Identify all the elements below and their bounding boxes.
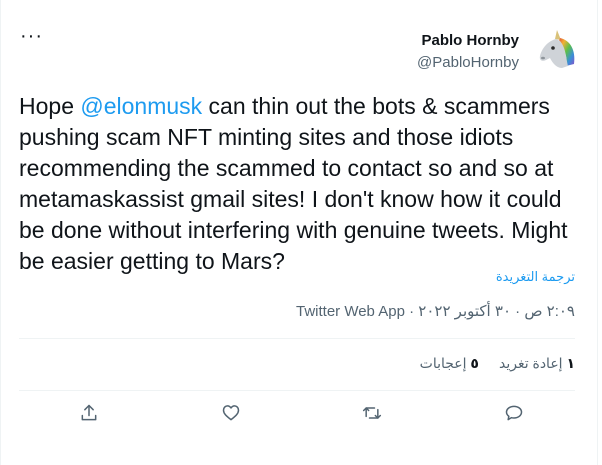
- tweet-text: Hope @elonmusk can thin out the bots & s…: [19, 91, 584, 277]
- unicorn-avatar-icon: [530, 24, 580, 74]
- reply-button[interactable]: [502, 401, 526, 425]
- tweet-card: ··· Pablo Hornby @PabloHornby Hope @elon…: [0, 0, 598, 465]
- action-bar: [1, 396, 599, 430]
- retweet-icon: [362, 407, 382, 419]
- timestamp[interactable]: ٢:٠٩ ص · ٣٠ أكتوبر ٢٠٢٢: [418, 303, 575, 320]
- likes-count: ٥: [470, 355, 479, 371]
- heart-icon: [222, 405, 240, 421]
- retweets-count: ١: [566, 355, 575, 371]
- like-button[interactable]: [219, 401, 243, 425]
- share-icon: [81, 404, 97, 421]
- retweet-button[interactable]: [360, 401, 384, 425]
- likes-label: إعجابات: [419, 355, 467, 371]
- tweet-text-rest: can thin out the bots & scammers pushing…: [19, 93, 568, 274]
- tweet-meta: ٢:٠٩ ص · ٣٠ أكتوبر ٢٠٢٢ · Twitter Web Ap…: [296, 302, 575, 320]
- mention-link[interactable]: @elonmusk: [80, 93, 202, 119]
- likes-stat[interactable]: ٥ إعجابات: [420, 355, 479, 371]
- divider-bottom: [19, 390, 575, 391]
- meta-separator: ·: [404, 303, 419, 320]
- author-block[interactable]: Pablo Hornby @PabloHornby: [417, 31, 519, 72]
- retweets-stat[interactable]: ١ إعادة تغريد: [499, 355, 575, 371]
- avatar[interactable]: [530, 24, 580, 74]
- author-name[interactable]: Pablo Hornby: [417, 31, 519, 50]
- tweet-stats: ١ إعادة تغريد ٥ إعجابات: [420, 355, 575, 372]
- more-options-icon[interactable]: ···: [20, 26, 43, 46]
- translate-tweet-link[interactable]: ترجمة التغريدة: [496, 269, 575, 285]
- source-app-link[interactable]: Twitter Web App: [296, 303, 405, 320]
- reply-icon: [505, 405, 523, 421]
- author-handle[interactable]: @PabloHornby: [417, 53, 519, 72]
- tweet-text-start: Hope: [19, 93, 81, 119]
- share-button[interactable]: [77, 401, 101, 425]
- divider-top: [19, 338, 575, 339]
- retweets-label: إعادة تغريد: [498, 355, 563, 371]
